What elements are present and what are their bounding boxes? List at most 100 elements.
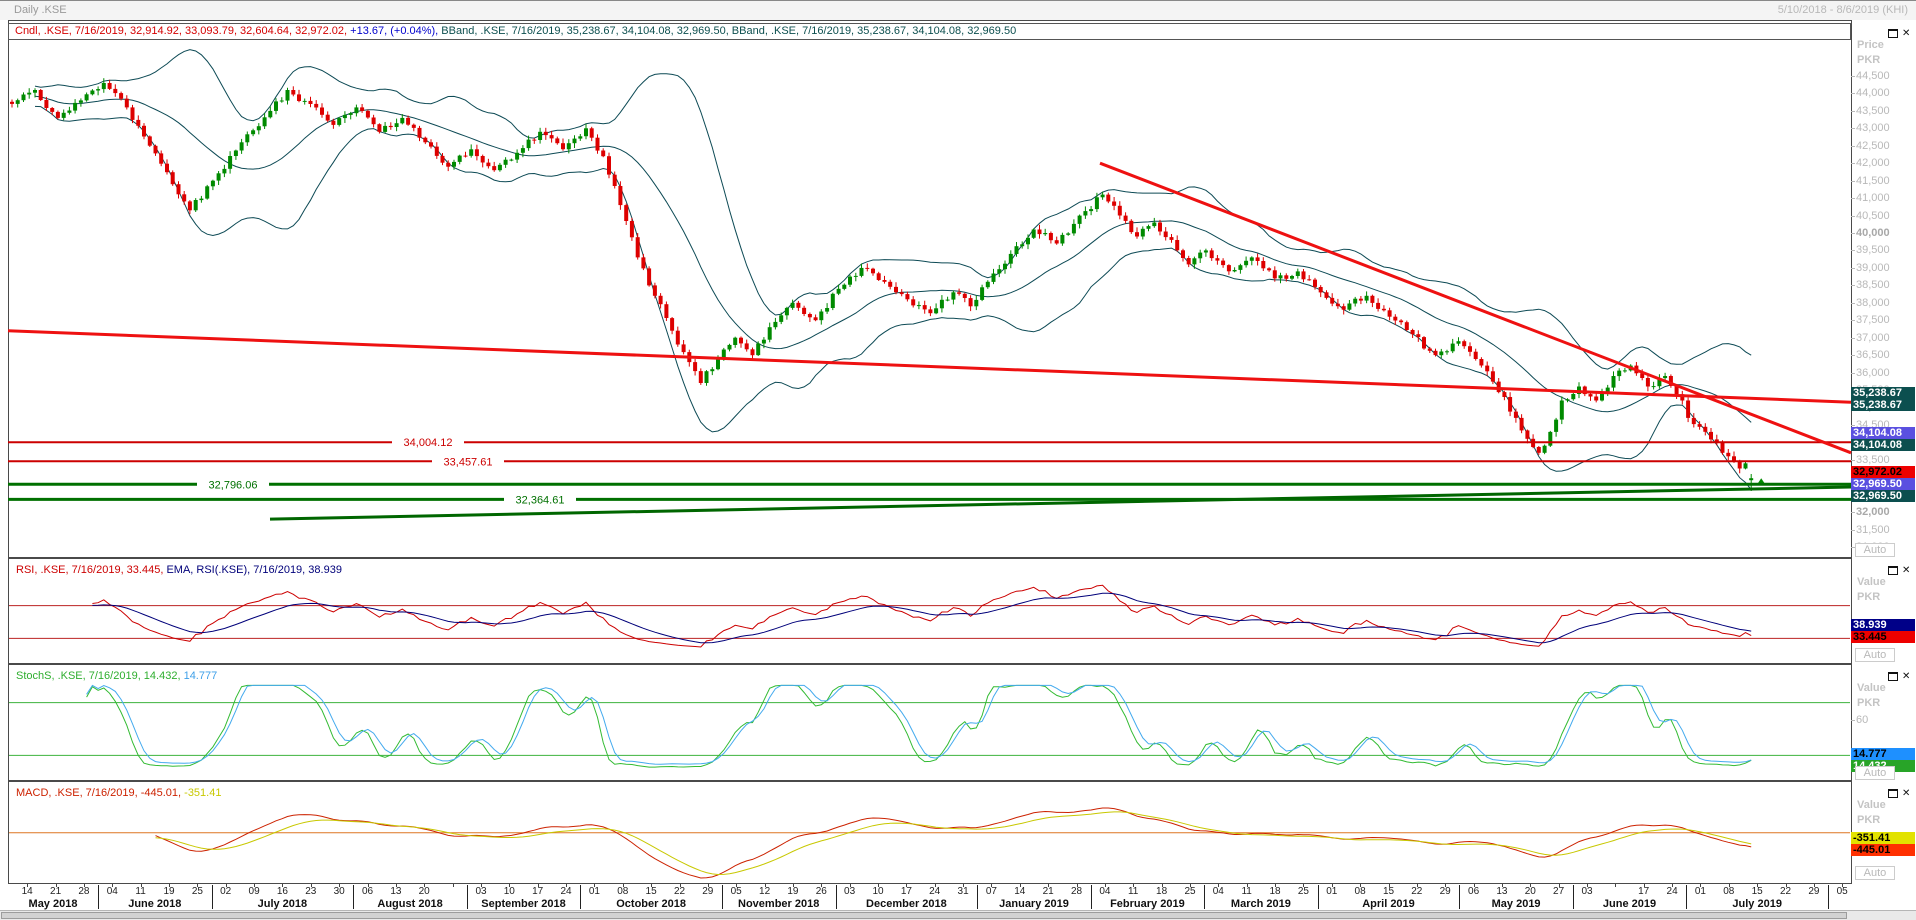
month-label: May 2019 xyxy=(1492,898,1541,910)
stoch-axis-title: Value xyxy=(1857,682,1886,694)
price-axis-tick: 37,000 xyxy=(1851,332,1890,344)
stoch-axis-auto-button[interactable]: Auto xyxy=(1855,766,1895,780)
week-day-label: 03 xyxy=(844,886,855,897)
rsi-panel-controls[interactable]: ✕ xyxy=(1888,562,1910,572)
week-day-label: 03 xyxy=(1581,886,1592,897)
price-axis-tick: 32,000 xyxy=(1851,506,1890,518)
week-day-label: 24 xyxy=(929,886,940,897)
macd-axis-auto-button[interactable]: Auto xyxy=(1855,866,1895,880)
week-day-label: 06 xyxy=(362,886,373,897)
week-day-label: 04 xyxy=(1099,886,1110,897)
week-day-label: 01 xyxy=(589,886,600,897)
rsi-axis-auto-button[interactable]: Auto xyxy=(1855,648,1895,662)
week-day-label: 31 xyxy=(958,886,969,897)
price-axis-tick: 44,500 xyxy=(1851,70,1890,82)
tick-mark xyxy=(1851,720,1855,721)
price-axis-tick: 33,500 xyxy=(1851,454,1890,466)
week-day-label: 14 xyxy=(22,886,33,897)
week-day-label: 20 xyxy=(419,886,430,897)
month-label: September 2018 xyxy=(481,898,565,910)
macd-axis-title: Value xyxy=(1857,799,1886,811)
week-day-label: 14 xyxy=(1014,886,1025,897)
week-day-label: 23 xyxy=(305,886,316,897)
tick-mark xyxy=(1851,146,1855,147)
maximize-panel-icon[interactable] xyxy=(1888,566,1898,575)
week-day-label: 22 xyxy=(674,886,685,897)
stoch-panel-controls[interactable]: ✕ xyxy=(1888,668,1910,678)
week-day-label: 18 xyxy=(1156,886,1167,897)
stoch-axis-currency: PKR xyxy=(1857,697,1880,709)
tick-mark xyxy=(1851,93,1855,94)
maximize-panel-icon[interactable] xyxy=(1888,672,1898,681)
month-separator xyxy=(836,885,837,909)
price-axis-tick: 36,000 xyxy=(1851,367,1890,379)
tick-mark xyxy=(1851,355,1855,356)
week-day-label: 19 xyxy=(787,886,798,897)
maximize-panel-icon[interactable] xyxy=(1888,29,1898,38)
svg-text:32,364.61: 32,364.61 xyxy=(516,494,565,506)
price-price-badge: 32,972.02 xyxy=(1851,466,1915,478)
price-axis-auto-button[interactable]: Auto xyxy=(1855,543,1895,557)
week-day-label: 12 xyxy=(759,886,770,897)
month-separator xyxy=(1686,885,1687,909)
price-axis-tick: 36,500 xyxy=(1851,349,1890,361)
month-separator xyxy=(1318,885,1319,909)
macd-price-badge: -445.01 xyxy=(1851,844,1915,856)
macd-price-badge: -351.41 xyxy=(1851,832,1915,844)
tick-mark xyxy=(1851,181,1855,182)
close-panel-icon[interactable]: ✕ xyxy=(1902,671,1910,682)
month-label: July 2018 xyxy=(258,898,308,910)
week-day-label: 28 xyxy=(78,886,89,897)
week-day-label: 17 xyxy=(901,886,912,897)
month-separator xyxy=(977,885,978,909)
week-day-label: 29 xyxy=(1440,886,1451,897)
rsi-legend: RSI, .KSE, 7/16/2019, 33.445, EMA, RSI(.… xyxy=(16,564,342,577)
price-axis-tick: 41,500 xyxy=(1851,175,1890,187)
close-panel-icon[interactable]: ✕ xyxy=(1902,788,1910,799)
tick-mark xyxy=(1851,216,1855,217)
month-separator xyxy=(1828,885,1829,909)
week-day-label: 15 xyxy=(1383,886,1394,897)
maximize-panel-icon[interactable] xyxy=(1888,789,1898,798)
macd-panel-controls[interactable]: ✕ xyxy=(1888,785,1910,795)
price-axis-tick: 41,000 xyxy=(1851,192,1890,204)
rsi-axis-title: Value xyxy=(1857,576,1886,588)
tick-mark xyxy=(1851,285,1855,286)
price-legend-segment: +13.67, (+0.04%), xyxy=(347,25,438,37)
price-axis-title: Price xyxy=(1857,39,1884,51)
week-day-label: 01 xyxy=(1326,886,1337,897)
close-panel-icon[interactable]: ✕ xyxy=(1902,565,1910,576)
tick-mark xyxy=(1851,76,1855,77)
week-day-label: 25 xyxy=(192,886,203,897)
month-label: June 2018 xyxy=(128,898,181,910)
scrollbar-thumb[interactable] xyxy=(1,912,1847,919)
week-day-label: 27 xyxy=(1553,886,1564,897)
rsi-axis-currency: PKR xyxy=(1857,591,1880,603)
price-price-badge: 32,969.50 xyxy=(1851,478,1915,490)
macd-legend-segment: MACD, .KSE, 7/16/2019, -445.01, xyxy=(16,787,181,799)
rsi-price-badge: 38.939 xyxy=(1851,619,1915,631)
price-price-badge: 34,104.08 xyxy=(1851,427,1915,439)
price-axis-tick: 40,500 xyxy=(1851,210,1890,222)
price-axis-tick: 38,000 xyxy=(1851,297,1890,309)
chart-plot-svg[interactable]: 34,004.1233,457.6132,796.0632,364.61 xyxy=(0,1,1916,920)
price-axis-tick: 40,000 xyxy=(1851,227,1890,239)
tick-mark xyxy=(1851,530,1855,531)
macd-legend-segment: -351.41 xyxy=(181,787,221,799)
week-day-label: 16 xyxy=(277,886,288,897)
week-day-label: 21 xyxy=(1043,886,1054,897)
price-axis-tick: 39,000 xyxy=(1851,262,1890,274)
price-panel-controls[interactable]: ✕ xyxy=(1888,25,1910,35)
tick-mark xyxy=(1851,303,1855,304)
week-day-label: 04 xyxy=(107,886,118,897)
price-legend-segment: BBand, .KSE, 7/16/2019, 35,238.67, 34,10… xyxy=(729,25,1016,37)
month-separator xyxy=(722,885,723,909)
price-price-badge: 32,969.50 xyxy=(1851,490,1915,502)
close-panel-icon[interactable]: ✕ xyxy=(1902,28,1910,39)
price-legend: Cndl, .KSE, 7/16/2019, 32,914.92, 33,093… xyxy=(8,23,1851,40)
month-separator xyxy=(580,885,581,909)
month-separator xyxy=(353,885,354,909)
tick-mark xyxy=(1851,111,1855,112)
week-day-label: 28 xyxy=(1071,886,1082,897)
week-day-label: 15 xyxy=(1752,886,1763,897)
